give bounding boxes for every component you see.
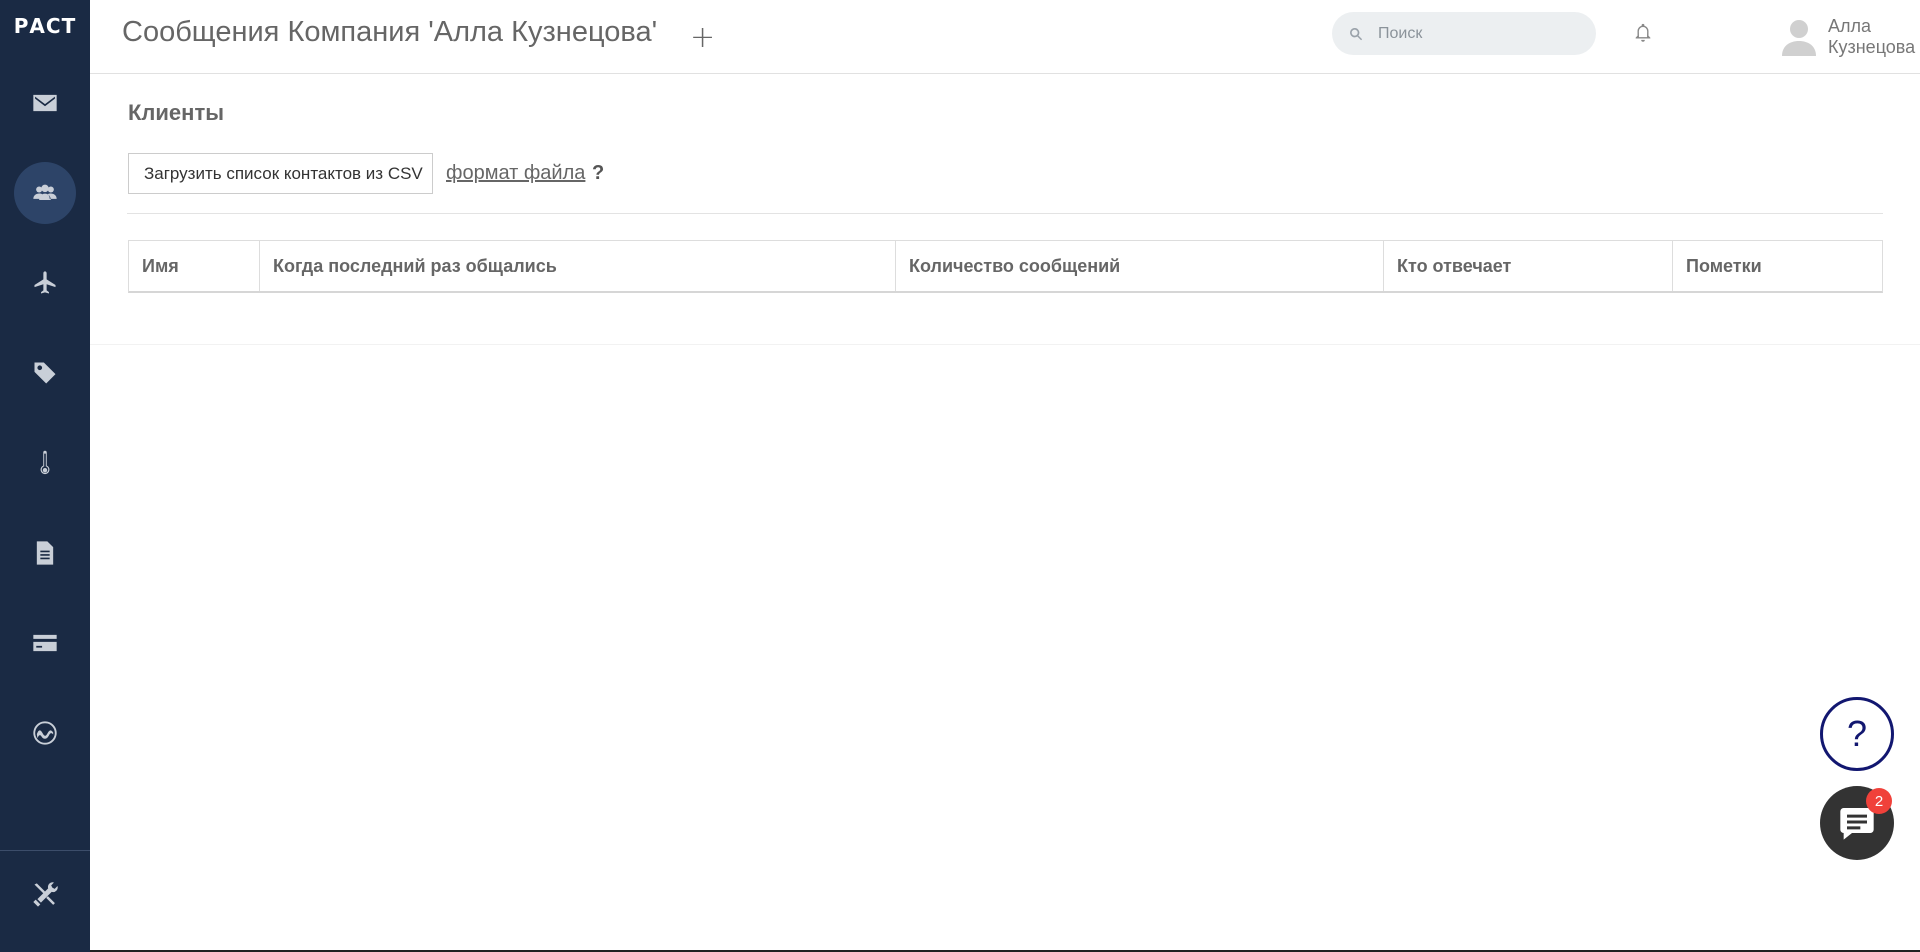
clients-icon	[33, 184, 57, 200]
logo: РАСТ	[13, 14, 77, 38]
sidebar-divider	[0, 850, 90, 851]
search-box[interactable]	[1332, 12, 1596, 55]
notifications-button[interactable]	[1632, 22, 1654, 44]
header: Сообщения Компания 'Алла Кузнецова' + Ал…	[90, 0, 1920, 74]
document-icon	[36, 541, 54, 565]
column-header-responsible[interactable]: Кто отвечает	[1384, 241, 1673, 291]
upload-csv-button[interactable]: Загрузить список контактов из CSV	[128, 153, 433, 194]
column-header-message-count[interactable]: Количество сообщений	[896, 241, 1384, 291]
tools-icon	[33, 882, 58, 907]
sidebar: РАСТ	[0, 0, 90, 952]
analytics-icon	[33, 721, 57, 745]
mail-icon	[33, 94, 57, 112]
bell-icon	[1635, 23, 1651, 42]
credit-card-icon	[33, 634, 57, 652]
column-header-last-contact[interactable]: Когда последний раз общались	[260, 241, 896, 291]
sidebar-item-documents[interactable]	[14, 522, 76, 584]
search-icon	[1350, 27, 1363, 40]
search-input[interactable]	[1378, 24, 1578, 43]
plane-icon	[34, 271, 56, 294]
user-name: Алла Кузнецова	[1828, 16, 1916, 57]
divider	[127, 213, 1883, 214]
user-avatar-icon	[1782, 20, 1816, 56]
sidebar-item-campaigns[interactable]	[14, 252, 76, 314]
sidebar-item-temperature[interactable]	[14, 432, 76, 494]
content-bottom-divider	[90, 344, 1920, 345]
help-button[interactable]: ?	[1820, 697, 1894, 771]
sidebar-item-clients[interactable]	[14, 162, 76, 224]
sidebar-item-billing[interactable]	[14, 612, 76, 674]
column-header-name[interactable]: Имя	[129, 241, 260, 291]
thermometer-icon	[40, 450, 50, 475]
add-button[interactable]: +	[690, 20, 715, 55]
file-format-help-icon[interactable]: ?	[592, 162, 604, 185]
user-menu[interactable]: Алла Кузнецова	[1782, 16, 1920, 58]
file-format-link[interactable]: формат файла	[446, 162, 585, 185]
avatar	[1782, 18, 1816, 56]
tags-icon	[34, 362, 56, 384]
page-title: Сообщения Компания 'Алла Кузнецова'	[122, 16, 658, 48]
chat-unread-badge: 2	[1866, 788, 1892, 814]
sidebar-item-analytics[interactable]	[14, 702, 76, 764]
section-title: Клиенты	[128, 100, 225, 125]
column-header-notes[interactable]: Пометки	[1673, 241, 1882, 291]
sidebar-item-settings[interactable]	[14, 864, 76, 926]
sidebar-item-messages[interactable]	[14, 72, 76, 134]
clients-table-header: Имя Когда последний раз общались Количес…	[128, 240, 1883, 293]
sidebar-item-tags[interactable]	[14, 342, 76, 404]
